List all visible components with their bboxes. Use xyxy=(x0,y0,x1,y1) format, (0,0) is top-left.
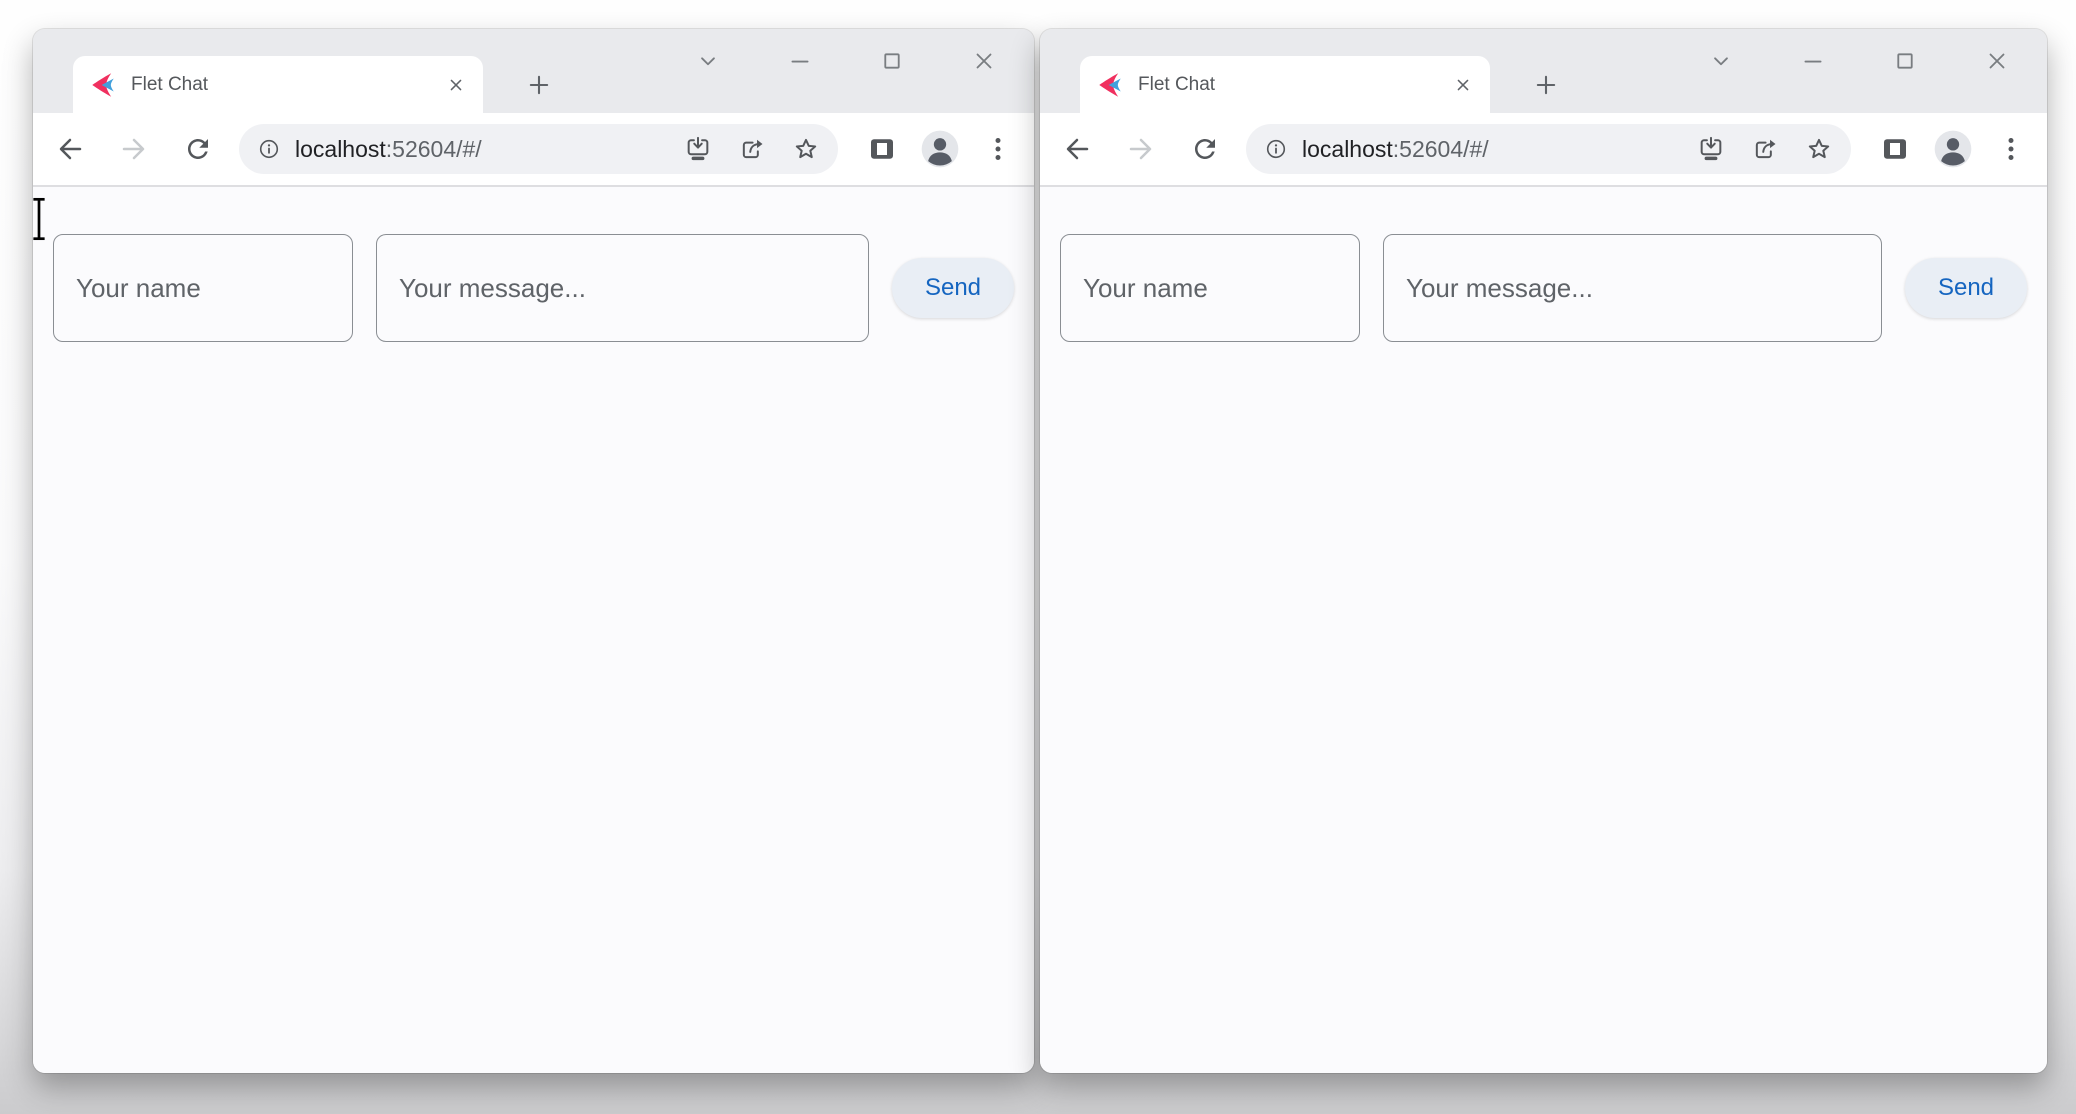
tab-search-chevron-icon[interactable] xyxy=(1675,37,1767,85)
url-text[interactable]: localhost:52604/#/ xyxy=(295,136,482,163)
flet-chat-page: Send xyxy=(33,187,1034,1073)
kebab-menu-icon[interactable] xyxy=(976,127,1020,171)
profile-avatar-icon[interactable] xyxy=(1931,127,1975,171)
tab-title: Flet Chat xyxy=(131,74,439,96)
browser-toolbar: localhost:52604/#/ xyxy=(33,113,1034,187)
maximize-icon[interactable] xyxy=(846,37,938,85)
back-icon[interactable] xyxy=(47,126,93,172)
site-info-icon[interactable] xyxy=(1264,137,1288,161)
name-input[interactable] xyxy=(1060,234,1360,342)
browser-window: Flet Chat xyxy=(1040,29,2047,1073)
bookmark-star-icon[interactable] xyxy=(1805,135,1833,163)
tab-title: Flet Chat xyxy=(1138,74,1446,96)
send-button[interactable]: Send xyxy=(1905,258,2027,318)
send-button[interactable]: Send xyxy=(892,258,1014,318)
forward-icon[interactable] xyxy=(111,126,157,172)
tab-flet-chat[interactable]: Flet Chat xyxy=(73,56,483,113)
window-close-icon[interactable] xyxy=(1951,37,2043,85)
install-app-icon[interactable] xyxy=(684,135,712,163)
chat-input-row: Send xyxy=(1060,234,2027,342)
new-tab-icon[interactable] xyxy=(1522,61,1570,109)
chat-input-row: Send xyxy=(53,234,1014,342)
site-info-icon[interactable] xyxy=(257,137,281,161)
forward-icon[interactable] xyxy=(1118,126,1164,172)
flet-logo-icon xyxy=(91,72,117,98)
tab-strip: Flet Chat xyxy=(33,29,1034,113)
message-input[interactable] xyxy=(1383,234,1882,342)
window-close-icon[interactable] xyxy=(938,37,1030,85)
back-icon[interactable] xyxy=(1054,126,1100,172)
window-controls xyxy=(1675,37,2043,85)
share-icon[interactable] xyxy=(1751,135,1779,163)
omnibox-actions xyxy=(684,135,820,163)
message-input[interactable] xyxy=(376,234,869,342)
url-text[interactable]: localhost:52604/#/ xyxy=(1302,136,1489,163)
side-panel-icon[interactable] xyxy=(1873,127,1917,171)
bookmark-star-icon[interactable] xyxy=(792,135,820,163)
maximize-icon[interactable] xyxy=(1859,37,1951,85)
browser-window: Flet Chat xyxy=(33,29,1034,1073)
tab-strip: Flet Chat xyxy=(1040,29,2047,113)
address-bar[interactable]: localhost:52604/#/ xyxy=(1246,124,1851,174)
omnibox-actions xyxy=(1697,135,1833,163)
profile-avatar-icon[interactable] xyxy=(918,127,962,171)
flet-chat-page: Send xyxy=(1040,187,2047,1073)
share-icon[interactable] xyxy=(738,135,766,163)
name-input[interactable] xyxy=(53,234,353,342)
window-controls xyxy=(662,37,1030,85)
tab-close-icon[interactable] xyxy=(439,68,473,102)
install-app-icon[interactable] xyxy=(1697,135,1725,163)
side-panel-icon[interactable] xyxy=(860,127,904,171)
kebab-menu-icon[interactable] xyxy=(1989,127,2033,171)
browser-toolbar: localhost:52604/#/ xyxy=(1040,113,2047,187)
tab-flet-chat[interactable]: Flet Chat xyxy=(1080,56,1490,113)
reload-icon[interactable] xyxy=(175,126,221,172)
reload-icon[interactable] xyxy=(1182,126,1228,172)
text-cursor-icon xyxy=(30,196,48,247)
new-tab-icon[interactable] xyxy=(515,61,563,109)
flet-logo-icon xyxy=(1098,72,1124,98)
tab-search-chevron-icon[interactable] xyxy=(662,37,754,85)
address-bar[interactable]: localhost:52604/#/ xyxy=(239,124,838,174)
tab-close-icon[interactable] xyxy=(1446,68,1480,102)
minimize-icon[interactable] xyxy=(1767,37,1859,85)
minimize-icon[interactable] xyxy=(754,37,846,85)
